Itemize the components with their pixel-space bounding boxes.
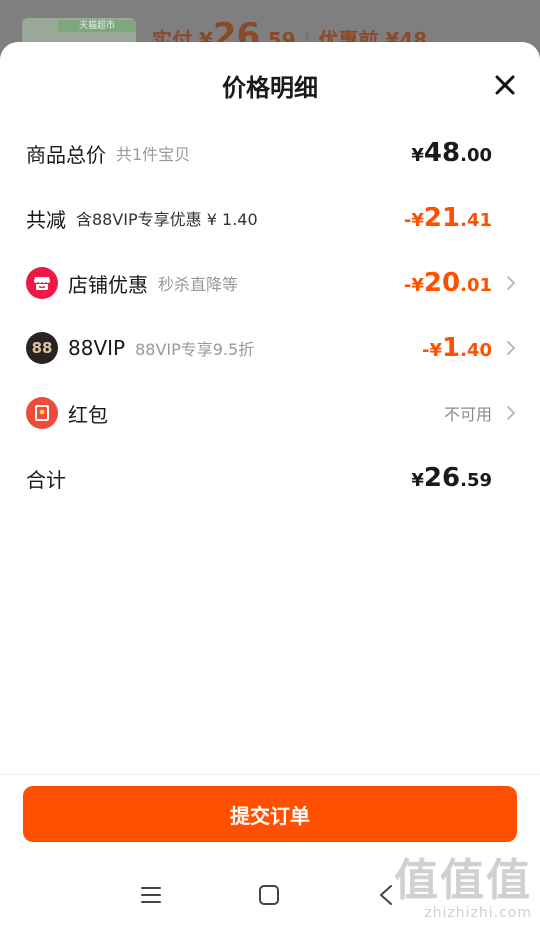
home-icon[interactable] (258, 884, 280, 910)
red-packet-label: 红包 (68, 402, 108, 427)
watermark-url: zhizhizhi.com (424, 905, 532, 921)
total-amount: ¥26.59 (411, 463, 492, 493)
red-packet-row[interactable]: 红包 不可用 (26, 393, 516, 433)
vip-amount: -¥ 1.40 (422, 333, 492, 363)
goods-total-label: 商品总价 (26, 142, 106, 167)
total-row: 合计 ¥26.59 (26, 458, 516, 498)
store-icon (26, 267, 58, 299)
submit-order-button[interactable]: 提交订单 (23, 786, 517, 842)
red-packet-icon (26, 397, 58, 429)
close-button[interactable] (494, 74, 516, 96)
store-discount-sub: 秒杀直降等 (158, 275, 239, 294)
total-discount-label: 共减 (26, 207, 66, 232)
goods-total-row: 商品总价 共1件宝贝 ¥48.00 (26, 133, 516, 173)
goods-total-sub: 共1件宝贝 (116, 145, 191, 164)
store-discount-row[interactable]: 店铺优惠 秒杀直降等 -¥ 20.01 (26, 263, 516, 303)
price-detail-sheet: 价格明细 商品总价 共1件宝贝 ¥48.00 共减 含88VIP专享优惠 ¥ 1… (0, 42, 540, 929)
watermark-logo: 值值值 (394, 855, 532, 906)
total-discount-row: 共减 含88VIP专享优惠 ¥ 1.40 -¥ 21.41 (26, 198, 516, 238)
vip-row[interactable]: 88 88VIP 88VIP专享9.5折 -¥ 1.40 (26, 328, 516, 368)
goods-total-amount: ¥48.00 (411, 138, 492, 168)
total-label: 合计 (26, 467, 66, 492)
vip-88-icon: 88 (26, 332, 58, 364)
watermark: 值值值 zhizhizhi.com (394, 855, 532, 922)
vip-label: 88VIP (68, 336, 126, 360)
menu-icon[interactable] (140, 885, 162, 909)
chevron-right-icon (496, 405, 516, 421)
red-packet-status: 不可用 (443, 405, 492, 424)
footer-divider (0, 774, 540, 775)
back-icon[interactable] (378, 884, 394, 910)
close-icon (495, 75, 515, 95)
vip-sub: 88VIP专享9.5折 (135, 340, 255, 359)
total-discount-sub: 含88VIP专享优惠 ¥ 1.40 (76, 210, 258, 229)
sheet-title: 价格明细 (222, 74, 318, 102)
total-discount-amount: -¥ 21.41 (403, 203, 492, 233)
chevron-right-icon (496, 340, 516, 356)
store-discount-amount: -¥ 20.01 (403, 268, 492, 298)
store-discount-label: 店铺优惠 (68, 272, 148, 297)
chevron-right-icon (496, 275, 516, 291)
thumbnail-tag: 天猫超市 (58, 20, 136, 32)
